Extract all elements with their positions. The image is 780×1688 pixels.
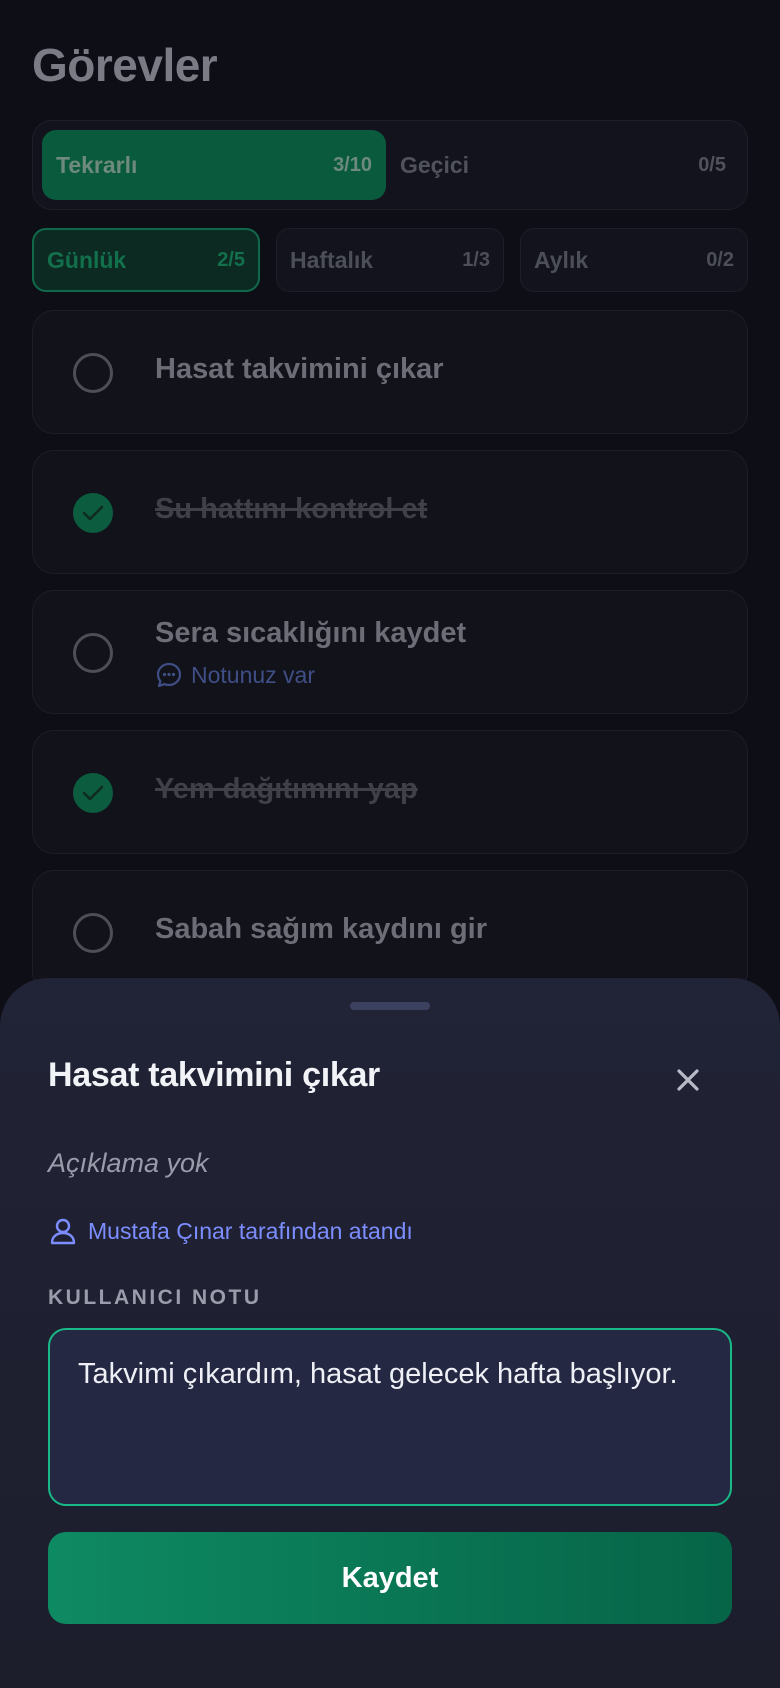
task-item[interactable]: Yem dağıtımını yap [32,730,748,854]
task-detail-sheet: Hasat takvimini çıkar Açıklama yok Musta… [0,978,780,1688]
save-button[interactable]: Kaydet [48,1532,732,1624]
assigned-by: Mustafa Çınar tarafından atandı [48,1216,413,1246]
sheet-drag-handle[interactable] [350,1002,430,1010]
period-tab-count: 2/5 [217,248,245,271]
period-tab-count: 0/2 [706,248,734,271]
segment-tab-recurring[interactable]: Tekrarlı 3/10 [42,130,386,200]
task-checkbox[interactable] [73,913,113,953]
task-item[interactable]: Hasat takvimini çıkar [32,310,748,434]
chat-bubble-icon [156,662,182,688]
period-tab-daily[interactable]: Günlük 2/5 [32,228,260,292]
page-title: Görevler [32,39,218,91]
task-note-indicator: Notunuz var [155,661,315,689]
task-item[interactable]: Sera sıcaklığını kaydet Notunuz var [32,590,748,714]
segment-tab-temporary[interactable]: Geçici 0/5 [386,130,740,200]
task-title: Sabah sağım kaydını gir [155,913,487,945]
user-note-section-label: KULLANICI NOTU [48,1286,262,1309]
period-tab-label: Haftalık [290,246,374,273]
task-checkbox-checked[interactable] [73,773,113,813]
task-type-segmented-control: Tekrarlı 3/10 Geçici 0/5 [32,120,748,210]
segment-tab-label: Tekrarlı [56,151,138,178]
user-icon [50,1218,76,1245]
check-icon [82,505,104,521]
task-title: Yem dağıtımını yap [155,773,418,805]
task-checkbox-checked[interactable] [73,493,113,533]
period-tab-label: Aylık [534,246,589,273]
close-icon [677,1069,699,1091]
segment-tab-label: Geçici [400,151,470,178]
task-title: Sera sıcaklığını kaydet [155,617,467,649]
period-tab-monthly[interactable]: Aylık 0/2 [520,228,748,292]
assigned-by-label: Mustafa Çınar tarafından atandı [88,1217,413,1244]
period-tab-label: Günlük [47,246,127,273]
task-note-label: Notunuz var [191,661,316,688]
user-note-input[interactable]: Takvimi çıkardım, hasat gelecek hafta ba… [48,1328,732,1506]
period-tab-weekly[interactable]: Haftalık 1/3 [276,228,504,292]
period-tab-count: 1/3 [462,248,490,271]
task-item[interactable]: Sabah sağım kaydını gir [32,870,748,994]
sheet-title: Hasat takvimini çıkar [48,1056,380,1094]
task-title: Su hattını kontrol et [155,493,428,525]
segment-tab-count: 0/5 [698,153,726,176]
check-icon [82,785,104,801]
task-checkbox[interactable] [73,633,113,673]
task-checkbox[interactable] [73,353,113,393]
task-title: Hasat takvimini çıkar [155,353,444,385]
task-description: Açıklama yok [48,1148,209,1178]
segment-tab-count: 3/10 [333,153,372,176]
task-item[interactable]: Su hattını kontrol et [32,450,748,574]
close-button[interactable] [670,1062,706,1098]
